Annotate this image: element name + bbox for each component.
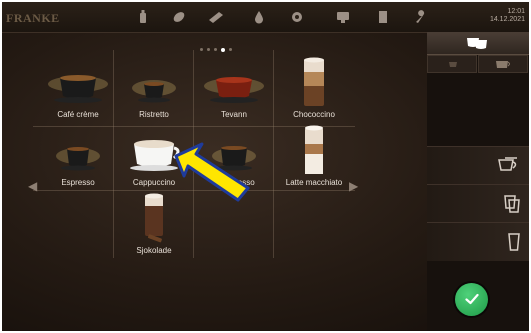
product-tile-latte-macchiato[interactable]: Latte macchiato — [274, 118, 354, 187]
product-tile-ristretto[interactable]: Ristretto — [114, 60, 194, 127]
coffee-bean-icon[interactable] — [136, 10, 150, 24]
check-icon — [464, 293, 479, 305]
wrench-icon[interactable] — [414, 10, 428, 24]
scroll-left-icon[interactable]: ◀ — [28, 180, 37, 192]
product-tile-espresso[interactable]: Espresso — [38, 128, 118, 195]
product-label: Sjokolade — [136, 246, 172, 255]
page-dot — [200, 48, 203, 52]
latte-glass-icon — [305, 125, 323, 174]
product-tile-tevann[interactable]: Tevann — [194, 60, 274, 127]
product-label: Espresso — [61, 178, 95, 187]
highlight-arrow-icon — [174, 142, 250, 202]
gear-icon[interactable] — [290, 10, 304, 24]
tall-glass-icon — [508, 233, 520, 251]
page-dot — [207, 48, 210, 52]
cup-stack-icon — [467, 38, 487, 49]
small-cup-toggle[interactable] — [427, 55, 477, 73]
large-cup-toggle[interactable] — [478, 55, 528, 73]
time-text: 12:01 — [507, 8, 525, 15]
product-label: Tevann — [221, 110, 247, 119]
product-label: Ristretto — [139, 110, 169, 119]
display-icon[interactable] — [336, 10, 350, 24]
size-option-double-cup[interactable] — [427, 146, 529, 185]
brand-logo: FRANKE — [6, 11, 60, 25]
ristretto-cup-icon — [132, 80, 176, 103]
leaf-icon[interactable] — [172, 10, 186, 24]
product-label: Latte macchiato — [285, 178, 343, 187]
tea-cup-icon — [204, 77, 264, 103]
espresso-cup-icon — [56, 147, 100, 171]
size-option-two-glasses[interactable] — [427, 184, 529, 223]
double-cup-icon — [498, 157, 517, 171]
page-dot — [229, 48, 232, 52]
product-label: Café crème — [57, 110, 99, 119]
chococcino-glass-icon — [304, 57, 324, 106]
clock: 12:01 14.12.2021 — [490, 8, 525, 24]
cafe-creme-cup-icon — [48, 75, 108, 103]
cleaning-icon[interactable] — [208, 10, 223, 24]
page-dot-active — [221, 47, 225, 52]
product-tile-chococcino[interactable]: Chococcino — [274, 50, 354, 119]
top-bar: FRANKE 12:01 14.12.2021 — [2, 2, 529, 33]
page-indicator — [198, 41, 234, 52]
confirm-button[interactable] — [455, 283, 488, 316]
water-drop-icon[interactable] — [252, 10, 266, 24]
cup-stack-button[interactable] — [427, 32, 529, 55]
large-cup-icon — [496, 61, 510, 68]
date-text: 14.12.2021 — [489, 16, 525, 23]
product-tile-cafe-creme[interactable]: Café crème — [38, 60, 118, 127]
small-cup-icon — [449, 62, 457, 67]
size-option-tall-glass[interactable] — [427, 222, 529, 261]
two-glasses-icon — [504, 195, 520, 213]
machine-screen: FRANKE 12:01 14.12.2021 ◀ ▶ Café crème R… — [2, 2, 529, 331]
page-dot — [214, 48, 217, 52]
document-icon[interactable] — [376, 10, 390, 24]
